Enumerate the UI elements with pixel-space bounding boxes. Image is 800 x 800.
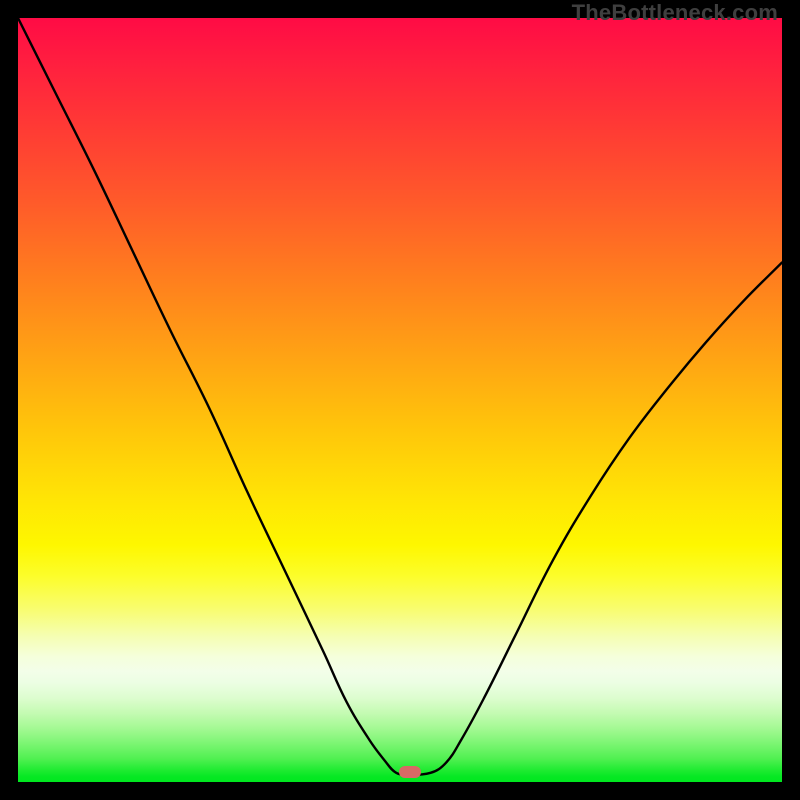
optimal-marker xyxy=(399,766,421,778)
chart-frame: TheBottleneck.com xyxy=(0,0,800,800)
watermark-text: TheBottleneck.com xyxy=(572,0,778,26)
bottleneck-curve xyxy=(18,18,782,782)
plot-area xyxy=(18,18,782,782)
